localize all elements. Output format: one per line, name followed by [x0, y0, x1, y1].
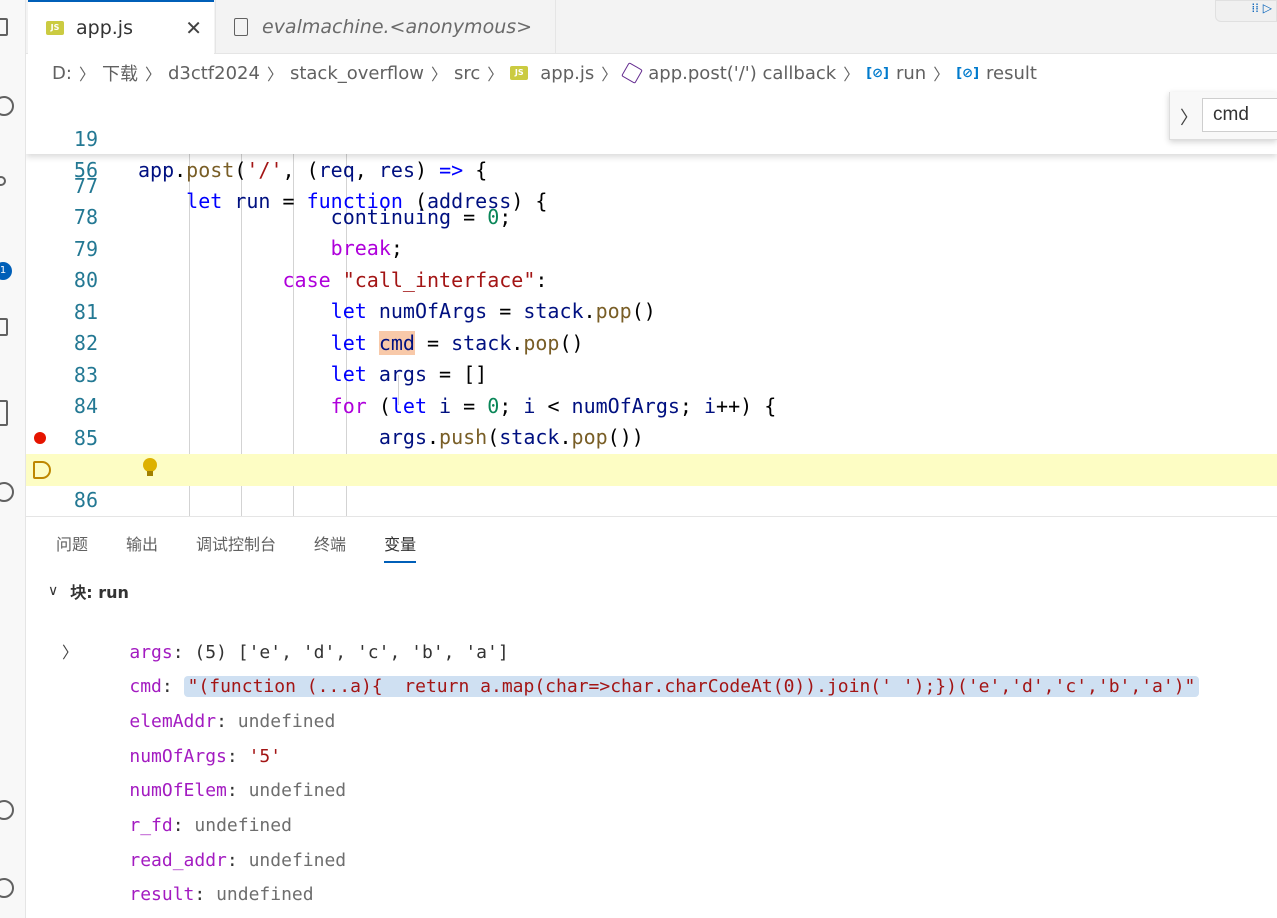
remote-icon[interactable] — [0, 482, 14, 502]
chevron-right-icon[interactable]: 〉 — [1180, 104, 1198, 130]
sticky-line[interactable]: 19 app.post('/', (req, res) => { — [26, 92, 1277, 183]
code-line[interactable]: 85 } — [26, 391, 1277, 482]
tab-problems[interactable]: 问题 — [56, 531, 88, 563]
chevron-right-icon: 〉 — [487, 65, 504, 84]
chevron-down-icon: ∨ — [48, 583, 59, 599]
breadcrumb-item[interactable]: result — [986, 63, 1037, 84]
editor-tab-bar: JS app.js ✕ evalmachine.<anonymous> ⁞⁞ ▷ — [26, 0, 1277, 54]
chevron-right-icon: 〉 — [933, 65, 950, 84]
find-widget: 〉 cmd — [1169, 92, 1277, 140]
source-control-icon[interactable] — [0, 176, 6, 186]
chevron-right-icon: 〉 — [430, 65, 447, 84]
activity-bar: 1 — [0, 0, 26, 918]
code-line[interactable]: 81 let cmd = stack.pop() — [26, 265, 1277, 355]
tab-label: app.js — [76, 17, 133, 39]
chevron-right-icon: 〉 — [601, 65, 618, 84]
close-icon[interactable]: ✕ — [185, 16, 202, 40]
variable-icon: [⊘] — [956, 65, 980, 81]
code-line[interactable]: 80 let numOfArgs = stack.pop() — [26, 233, 1277, 324]
code-text: app.post('/', (req, res) => { — [138, 158, 488, 182]
code-text: let run = function (address) { — [186, 189, 548, 213]
js-file-icon: JS — [510, 66, 529, 80]
sticky-line[interactable]: 56 let run = function (address) { — [26, 123, 1277, 214]
lightbulb-icon[interactable] — [143, 458, 157, 476]
code-line[interactable]: 82 let args = [] — [26, 296, 1277, 387]
account-icon[interactable] — [0, 800, 14, 820]
method-icon — [621, 62, 644, 84]
code-line[interactable]: 84 args.push(stack.pop()) — [26, 359, 1277, 450]
variable-row[interactable]: r_fd: undefined — [86, 781, 292, 836]
panel-tab-bar: 问题 输出 调试控制台 终端 变量 — [56, 531, 454, 563]
breadcrumb-item[interactable]: app.js — [540, 63, 594, 84]
tab-app-js[interactable]: JS app.js ✕ — [28, 0, 214, 54]
js-file-icon: JS — [46, 21, 64, 35]
line-number: 56 — [73, 157, 98, 182]
breadcrumb-item[interactable]: stack_overflow — [290, 63, 424, 84]
find-input[interactable]: cmd — [1202, 98, 1277, 132]
debug-badge-icon[interactable]: 1 — [0, 262, 12, 280]
debug-toolbar-handle[interactable]: ⁞⁞ ▷ — [1215, 0, 1277, 22]
tab-label: evalmachine.<anonymous> — [262, 16, 533, 38]
settings-gear-icon[interactable] — [0, 878, 14, 898]
bottom-panel: 问题 输出 调试控制台 终端 变量 ∨ 块: run 〉 args: (5) ['… — [26, 516, 1277, 918]
tab-terminal[interactable]: 终端 — [314, 531, 346, 563]
explorer-icon[interactable] — [0, 18, 8, 36]
scope-label: 块: run — [70, 583, 129, 602]
tab-output[interactable]: 输出 — [126, 531, 158, 563]
file-icon — [234, 18, 248, 36]
variable-icon: [⊘] — [866, 65, 889, 81]
variable-row[interactable]: elemAddr: undefined — [86, 677, 335, 732]
tab-variables[interactable]: 变量 — [384, 531, 417, 563]
breadcrumb-item[interactable]: app.post('/') callback — [648, 63, 836, 84]
search-icon[interactable] — [0, 96, 14, 116]
chevron-right-icon: 〉 — [78, 65, 95, 84]
breakpoint-icon[interactable] — [34, 432, 46, 444]
variable-row[interactable]: 〉this: global — [86, 885, 259, 915]
code-line[interactable]: 86 cmd += "('" + args.join("','") + "')" — [26, 422, 1277, 512]
code-line[interactable]: 83 for (let i = 0; i < numOfArgs; i++) { — [26, 328, 1277, 419]
tab-evalmachine[interactable]: evalmachine.<anonymous> — [215, 0, 556, 54]
breadcrumb-item[interactable]: d3ctf2024 — [168, 63, 260, 84]
variable-row[interactable]: 〉 args: (5) ['e', 'd', 'c', 'b', 'a'] — [62, 608, 509, 663]
scope-header[interactable]: ∨ 块: run — [48, 579, 129, 603]
testing-icon[interactable] — [0, 400, 8, 426]
variable-row[interactable]: cmd: "(function (...a){ return a.map(cha… — [86, 642, 1200, 697]
variable-value: "(function (...a){ return a.map(char=>ch… — [183, 676, 1200, 697]
execution-pointer-icon — [33, 461, 51, 479]
extensions-icon[interactable] — [0, 318, 8, 336]
sticky-scroll[interactable]: 19 app.post('/', (req, res) => { 56 let … — [26, 92, 1277, 214]
chevron-right-icon: 〉 — [266, 65, 283, 84]
variable-row[interactable]: read_addr: undefined — [86, 816, 346, 871]
variable-row[interactable]: numOfElem: undefined — [86, 746, 346, 801]
breadcrumb-item[interactable]: 下载 — [102, 60, 138, 86]
code-editor[interactable]: 19 app.post('/', (req, res) => { 56 let … — [26, 92, 1277, 516]
chevron-right-icon: 〉 — [843, 65, 860, 84]
current-execution-line[interactable]: 87 let result = vm.runInNewContext(cmd) — [26, 454, 1277, 486]
chevron-right-icon[interactable]: 〉 — [62, 638, 78, 668]
breadcrumb-item[interactable]: run — [896, 63, 926, 84]
chevron-right-icon: 〉 — [144, 65, 161, 84]
code-line[interactable]: 88 stack.push(result.toString()) — [26, 485, 1277, 516]
variable-row[interactable]: result: undefined — [86, 850, 313, 905]
variable-row[interactable]: numOfArgs: '5' — [86, 712, 281, 767]
breadcrumb-item[interactable]: D: — [52, 63, 72, 84]
breadcrumb: D: 〉 下载 〉 d3ctf2024 〉 stack_overflow 〉 s… — [26, 54, 1277, 92]
tab-debug-console[interactable]: 调试控制台 — [196, 531, 276, 563]
breadcrumb-item[interactable]: src — [454, 63, 480, 84]
